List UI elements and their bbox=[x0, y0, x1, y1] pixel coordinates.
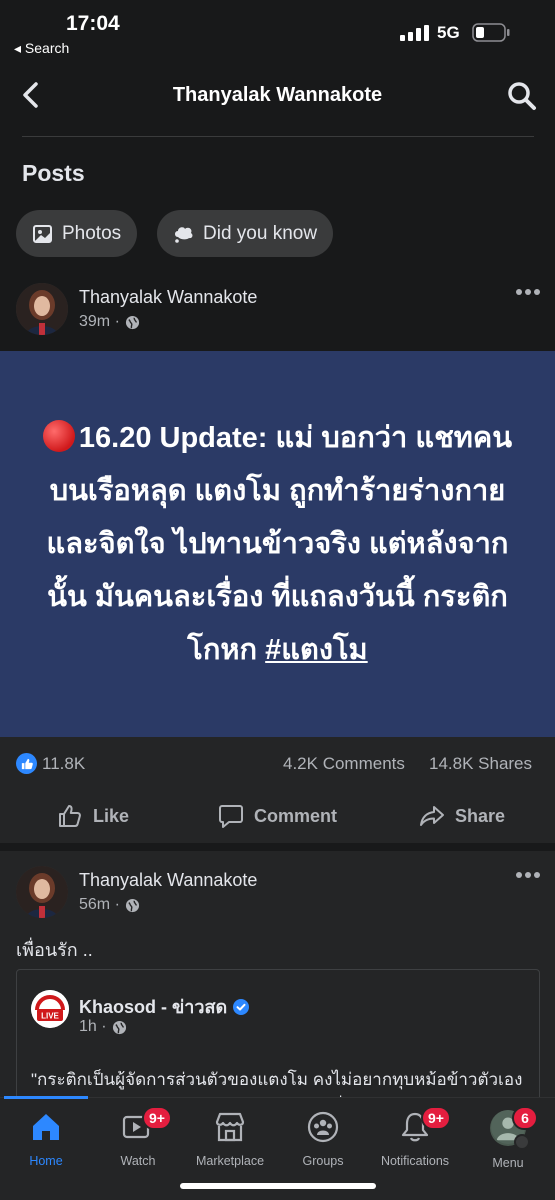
tab-marketplace[interactable]: Marketplace bbox=[184, 1110, 276, 1168]
khaosod-logo: LIVE bbox=[31, 990, 69, 1028]
post-time: 56m · bbox=[79, 896, 120, 913]
tab-label: Marketplace bbox=[195, 1154, 265, 1168]
globe-icon bbox=[112, 1020, 126, 1034]
source-name-text: Khaosod - ข่าวสด bbox=[79, 997, 228, 1017]
text-post-banner: 16.20 Update: แม่ บอกว่า แชทคนบนเรือหลุด… bbox=[0, 351, 555, 737]
tab-label: Groups bbox=[302, 1154, 344, 1168]
banner-lead: 16.20 Update: bbox=[78, 421, 268, 454]
post-actions: Like Comment Share bbox=[0, 789, 555, 843]
tab-label: Home bbox=[29, 1154, 63, 1168]
banner-text: 16.20 Update: แม่ บอกว่า แชทคนบนเรือหลุด… bbox=[42, 412, 513, 677]
clock: 17:04 bbox=[66, 12, 120, 35]
did-you-know-chip[interactable]: Did you know bbox=[157, 210, 334, 257]
like-button[interactable]: Like bbox=[57, 803, 129, 829]
like-label: Like bbox=[93, 805, 130, 826]
notifications-badge: 9+ bbox=[421, 1106, 451, 1130]
svg-text:LIVE: LIVE bbox=[41, 1012, 59, 1021]
post-author[interactable]: Thanyalak Wannakote bbox=[79, 870, 257, 891]
shares-count[interactable]: 14.8K Shares bbox=[429, 754, 532, 774]
source-avatar[interactable]: LIVE bbox=[31, 990, 69, 1028]
hamburger-icon bbox=[514, 1134, 530, 1150]
share-icon bbox=[420, 806, 444, 826]
banner-body: แม่ บอกว่า แชทคนบนเรือหลุด แตงโม ถูกทำร้… bbox=[46, 421, 513, 666]
profile-header: Thanyalak Wannakote bbox=[0, 62, 555, 128]
status-bar: 17:04 ◂ Search 5G bbox=[0, 0, 555, 62]
tab-menu[interactable]: 6 Menu bbox=[462, 1106, 554, 1170]
source-time: 1h · bbox=[79, 1018, 107, 1035]
source-name[interactable]: Khaosod - ข่าวสด bbox=[79, 992, 250, 1021]
avatar[interactable] bbox=[16, 866, 68, 918]
chip-label: Did you know bbox=[203, 222, 318, 244]
comment-button[interactable]: Comment bbox=[218, 803, 337, 829]
post-meta: 56m · bbox=[79, 896, 140, 914]
divider bbox=[22, 136, 534, 137]
photos-chip[interactable]: Photos bbox=[16, 210, 138, 257]
profile-photo bbox=[16, 866, 68, 918]
back-to-search-link[interactable]: ◂ Search bbox=[14, 40, 69, 57]
signal-icon bbox=[400, 25, 429, 41]
like-reaction-icon[interactable] bbox=[16, 753, 37, 774]
page-title: Thanyalak Wannakote bbox=[172, 84, 383, 106]
red-circle-icon bbox=[42, 419, 75, 452]
thought-bubble-icon bbox=[175, 226, 193, 243]
comments-count[interactable]: 4.2K Comments bbox=[283, 754, 405, 774]
more-options-icon[interactable] bbox=[515, 870, 541, 880]
reactions-row: 11.8K 4.2K Comments 14.8K Shares bbox=[0, 737, 555, 789]
posts-section-title: Posts bbox=[22, 160, 85, 186]
profile-photo bbox=[16, 283, 68, 335]
active-tab-indicator bbox=[4, 1096, 88, 1099]
home-icon bbox=[33, 1114, 59, 1140]
post-text: เพื่อนรัก .. bbox=[16, 940, 93, 960]
source-meta: 1h · bbox=[79, 1018, 127, 1036]
tab-label: Menu bbox=[492, 1156, 524, 1170]
more-options-icon[interactable] bbox=[515, 287, 541, 297]
watch-badge: 9+ bbox=[142, 1106, 172, 1130]
thumbs-up-icon bbox=[59, 805, 81, 827]
comment-label: Comment bbox=[254, 805, 338, 826]
marketplace-icon bbox=[215, 1112, 245, 1142]
tab-groups[interactable]: Groups bbox=[277, 1110, 369, 1168]
like-count[interactable]: 11.8K bbox=[42, 754, 85, 774]
tab-notifications[interactable]: 9+ Notifications bbox=[369, 1106, 461, 1168]
post-meta: 39m · bbox=[79, 313, 140, 331]
post-header: Thanyalak Wannakote 56m · bbox=[0, 866, 555, 926]
post-card: Thanyalak Wannakote 56m · เพื่อนรัก .. L… bbox=[0, 851, 555, 1119]
post-header: Thanyalak Wannakote 39m · bbox=[0, 283, 555, 343]
hashtag-link[interactable]: #แตงโม bbox=[265, 634, 368, 666]
home-indicator bbox=[180, 1183, 376, 1189]
search-icon[interactable] bbox=[506, 80, 538, 112]
photos-icon bbox=[33, 224, 52, 243]
share-label: Share bbox=[455, 805, 506, 826]
avatar[interactable] bbox=[16, 283, 68, 335]
globe-icon bbox=[125, 898, 139, 912]
tab-label: Watch bbox=[120, 1154, 156, 1168]
post-time: 39m · bbox=[79, 313, 120, 330]
tab-label: Notifications bbox=[380, 1154, 450, 1168]
post-author[interactable]: Thanyalak Wannakote bbox=[79, 287, 257, 308]
comment-icon bbox=[219, 805, 243, 828]
tab-home[interactable]: Home bbox=[0, 1110, 92, 1168]
tab-watch[interactable]: 9+ Watch bbox=[92, 1106, 184, 1168]
globe-icon bbox=[125, 315, 139, 329]
verified-badge-icon bbox=[233, 998, 250, 1015]
chip-label: Photos bbox=[62, 222, 122, 244]
share-button[interactable]: Share bbox=[419, 803, 505, 829]
battery-icon bbox=[472, 23, 510, 42]
groups-icon bbox=[307, 1111, 339, 1143]
network-type: 5G bbox=[437, 23, 460, 42]
menu-badge: 6 bbox=[512, 1106, 538, 1130]
